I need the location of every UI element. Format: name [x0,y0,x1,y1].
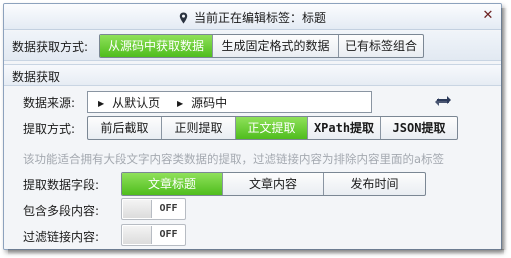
breadcrumb-item-default-page[interactable]: ▶ 从默认页 [98,94,160,111]
window-title: 当前正在编辑标签：标题 [193,11,326,25]
section-title: 数据获取 [12,70,61,84]
extract-method-selector: 前后截取 正则提取 正文提取 XPath提取 JSON提取 [87,116,458,140]
extract-field-publish-time[interactable]: 发布时间 [324,173,425,195]
section-header: 数据获取 [4,64,501,86]
fetch-mode-tag-combo[interactable]: 已有标签组合 [339,35,423,57]
extract-method-json[interactable]: JSON提取 [381,117,457,139]
toggle-state: OFF [159,229,178,240]
fetch-mode-row: 数据获取方式: 从源码中获取数据 生成固定格式的数据 已有标签组合 [4,31,501,61]
fetch-mode-from-source[interactable]: 从源码中获取数据 [100,35,213,57]
dialog-shadow [8,249,504,255]
extract-field-label: 提取数据字段: [23,178,100,192]
breadcrumb-arrow-icon: ▶ [177,99,184,108]
fetch-mode-fixed-format[interactable]: 生成固定格式的数据 [213,35,339,57]
fetch-mode-label: 数据获取方式: [12,40,89,54]
extract-method-regex[interactable]: 正则提取 [162,117,236,139]
filter-links-toggle[interactable]: OFF [121,224,186,246]
refresh-icon[interactable] [434,93,452,109]
toggle-knob [123,226,152,244]
title-bar: 当前正在编辑标签：标题 ✕ [4,4,501,30]
extract-method-before-after[interactable]: 前后截取 [88,117,162,139]
data-source-path[interactable]: ▶ 从默认页 ▶ 源码中 [87,91,372,113]
extract-field-content[interactable]: 文章内容 [223,173,324,195]
extract-method-body-text[interactable]: 正文提取 [236,117,308,139]
window-title-wrap: 当前正在编辑标签：标题 [4,9,501,26]
dialog-shadow [501,8,507,250]
extract-field-title[interactable]: 文章标题 [122,173,223,195]
toggle-knob [123,200,152,218]
breadcrumb-arrow-icon: ▶ [98,99,105,108]
extract-method-xpath[interactable]: XPath提取 [308,117,381,139]
breadcrumb-item-source[interactable]: ▶ 源码中 [177,94,227,111]
close-icon[interactable]: ✕ [481,9,495,23]
extract-field-selector: 文章标题 文章内容 发布时间 [121,172,426,196]
toggle-state: OFF [159,203,178,214]
filter-links-label: 过滤链接内容: [23,230,100,244]
tag-editor-dialog: 当前正在编辑标签：标题 ✕ 数据获取方式: 从源码中获取数据 生成固定格式的数据… [3,3,502,250]
multi-paragraph-toggle[interactable]: OFF [121,198,186,220]
data-source-label: 数据来源: [23,96,76,110]
extract-method-label: 提取方式: [23,122,76,136]
pin-icon [179,12,188,24]
multi-paragraph-label: 包含多段内容: [23,204,100,218]
fetch-mode-selector: 从源码中获取数据 生成固定格式的数据 已有标签组合 [99,34,424,58]
feature-hint: 该功能适合拥有大段文字内容类数据的提取，过滤链接内容为排除内容里面的a标签 [23,152,445,166]
